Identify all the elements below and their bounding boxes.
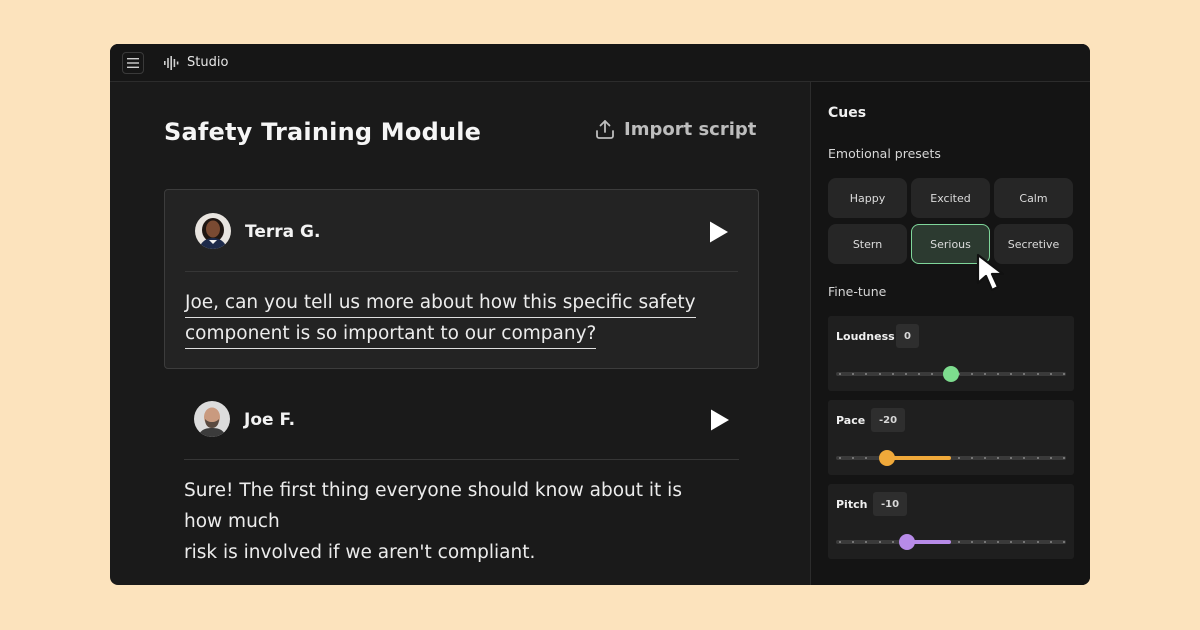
slider-tick bbox=[970, 373, 973, 375]
slider-tick bbox=[1049, 457, 1052, 459]
line-text-2: component is so important to our company… bbox=[185, 323, 597, 349]
cues-panel: Cues Emotional presets Happy Excited Cal… bbox=[810, 82, 1090, 585]
play-icon[interactable] bbox=[708, 220, 730, 244]
menu-button[interactable] bbox=[122, 51, 144, 74]
hamburger-icon bbox=[127, 57, 139, 68]
line-text-1: Sure! The first thing everyone should kn… bbox=[184, 480, 682, 532]
slider-track[interactable] bbox=[836, 450, 1066, 466]
slider-tick bbox=[1023, 541, 1026, 543]
slider-tick bbox=[997, 457, 1000, 459]
slider-track[interactable] bbox=[836, 366, 1066, 382]
avatar bbox=[195, 213, 231, 249]
slider-tick bbox=[839, 373, 841, 375]
slider-tick bbox=[891, 373, 894, 375]
line-header: Terra G. bbox=[185, 190, 738, 272]
slider-knob[interactable] bbox=[878, 450, 895, 466]
speaker-name: Terra G. bbox=[245, 222, 321, 242]
top-bar: Studio bbox=[110, 44, 1090, 82]
line-text-2: risk is involved if we aren't compliant. bbox=[184, 542, 536, 563]
slider-tick bbox=[983, 457, 986, 459]
slider-tick bbox=[1010, 373, 1013, 375]
slider-value[interactable]: 0 bbox=[896, 324, 919, 348]
script-editor: Safety Training Module Import script Ter… bbox=[110, 82, 810, 585]
slider-tick bbox=[878, 373, 881, 375]
slider-tick bbox=[852, 541, 855, 543]
slider-label: Pitch bbox=[836, 498, 868, 511]
slider-tick bbox=[997, 541, 1000, 543]
slider-tick bbox=[852, 373, 855, 375]
import-script-button[interactable]: Import script bbox=[594, 118, 756, 140]
slider-tick bbox=[970, 457, 973, 459]
slider-fill bbox=[886, 456, 951, 460]
slider-tick bbox=[878, 541, 881, 543]
slider-tick bbox=[839, 541, 841, 543]
slider-tick bbox=[1023, 457, 1026, 459]
slider-tick bbox=[1063, 373, 1065, 375]
pace-slider: Pace -20 bbox=[828, 400, 1074, 475]
slider-tick bbox=[865, 373, 868, 375]
slider-tick bbox=[865, 541, 868, 543]
app-name: Studio bbox=[187, 55, 229, 70]
slider-tick bbox=[983, 541, 986, 543]
app-window: Studio Safety Training Module Import scr… bbox=[110, 44, 1090, 585]
upload-icon bbox=[596, 120, 614, 139]
script-line-card[interactable]: Terra G. Joe, can you tell us more about… bbox=[164, 189, 759, 369]
slider-track[interactable] bbox=[836, 534, 1066, 550]
slider-label: Loudness bbox=[836, 330, 895, 343]
slider-tick bbox=[997, 373, 1000, 375]
slider-tick bbox=[891, 541, 894, 543]
slider-tick bbox=[983, 373, 986, 375]
slider-tick bbox=[904, 373, 907, 375]
slider-tick bbox=[957, 541, 960, 543]
preset-excited[interactable]: Excited bbox=[911, 178, 990, 218]
slider-tick bbox=[1036, 457, 1039, 459]
fine-tune-label: Fine-tune bbox=[828, 284, 887, 299]
preset-serious[interactable]: Serious bbox=[911, 224, 990, 264]
slider-knob[interactable] bbox=[943, 366, 959, 382]
cues-title: Cues bbox=[828, 105, 867, 121]
slider-tick bbox=[918, 373, 921, 375]
play-icon[interactable] bbox=[709, 408, 731, 432]
import-script-label: Import script bbox=[624, 118, 757, 140]
emotional-presets-label: Emotional presets bbox=[828, 146, 941, 161]
slider-tick bbox=[1023, 373, 1026, 375]
app-brand: Studio bbox=[164, 55, 228, 70]
line-text[interactable]: Sure! The first thing everyone should kn… bbox=[184, 475, 704, 568]
slider-tick bbox=[1063, 541, 1065, 543]
slider-knob[interactable] bbox=[899, 534, 916, 550]
script-line-card[interactable]: Joe F. Sure! The first thing everyone sh… bbox=[164, 378, 759, 568]
slider-tick bbox=[1036, 541, 1039, 543]
loudness-slider: Loudness 0 bbox=[828, 316, 1074, 391]
slider-tick bbox=[1010, 457, 1013, 459]
line-text-1: Joe, can you tell us more about how this… bbox=[185, 292, 696, 318]
slider-tick bbox=[865, 457, 868, 459]
slider-tick bbox=[852, 457, 855, 459]
preset-stern[interactable]: Stern bbox=[828, 224, 907, 264]
line-text[interactable]: Joe, can you tell us more about how this… bbox=[185, 287, 705, 349]
slider-tick bbox=[1049, 373, 1052, 375]
waveform-icon bbox=[164, 55, 179, 70]
line-header: Joe F. bbox=[184, 378, 739, 460]
page-title: Safety Training Module bbox=[164, 118, 482, 146]
slider-tick bbox=[1063, 457, 1065, 459]
slider-tick bbox=[970, 541, 973, 543]
slider-value[interactable]: -10 bbox=[873, 492, 908, 516]
slider-tick bbox=[1036, 373, 1039, 375]
slider-tick bbox=[839, 457, 841, 459]
pitch-slider: Pitch -10 bbox=[828, 484, 1074, 559]
slider-value[interactable]: -20 bbox=[871, 408, 906, 432]
slider-tick bbox=[1049, 541, 1052, 543]
speaker-name: Joe F. bbox=[244, 410, 296, 430]
slider-tick bbox=[1010, 541, 1013, 543]
preset-secretive[interactable]: Secretive bbox=[994, 224, 1073, 264]
preset-calm[interactable]: Calm bbox=[994, 178, 1073, 218]
preset-happy[interactable]: Happy bbox=[828, 178, 907, 218]
slider-tick bbox=[931, 373, 934, 375]
slider-label: Pace bbox=[836, 414, 866, 427]
slider-tick bbox=[957, 457, 960, 459]
avatar bbox=[194, 401, 230, 437]
